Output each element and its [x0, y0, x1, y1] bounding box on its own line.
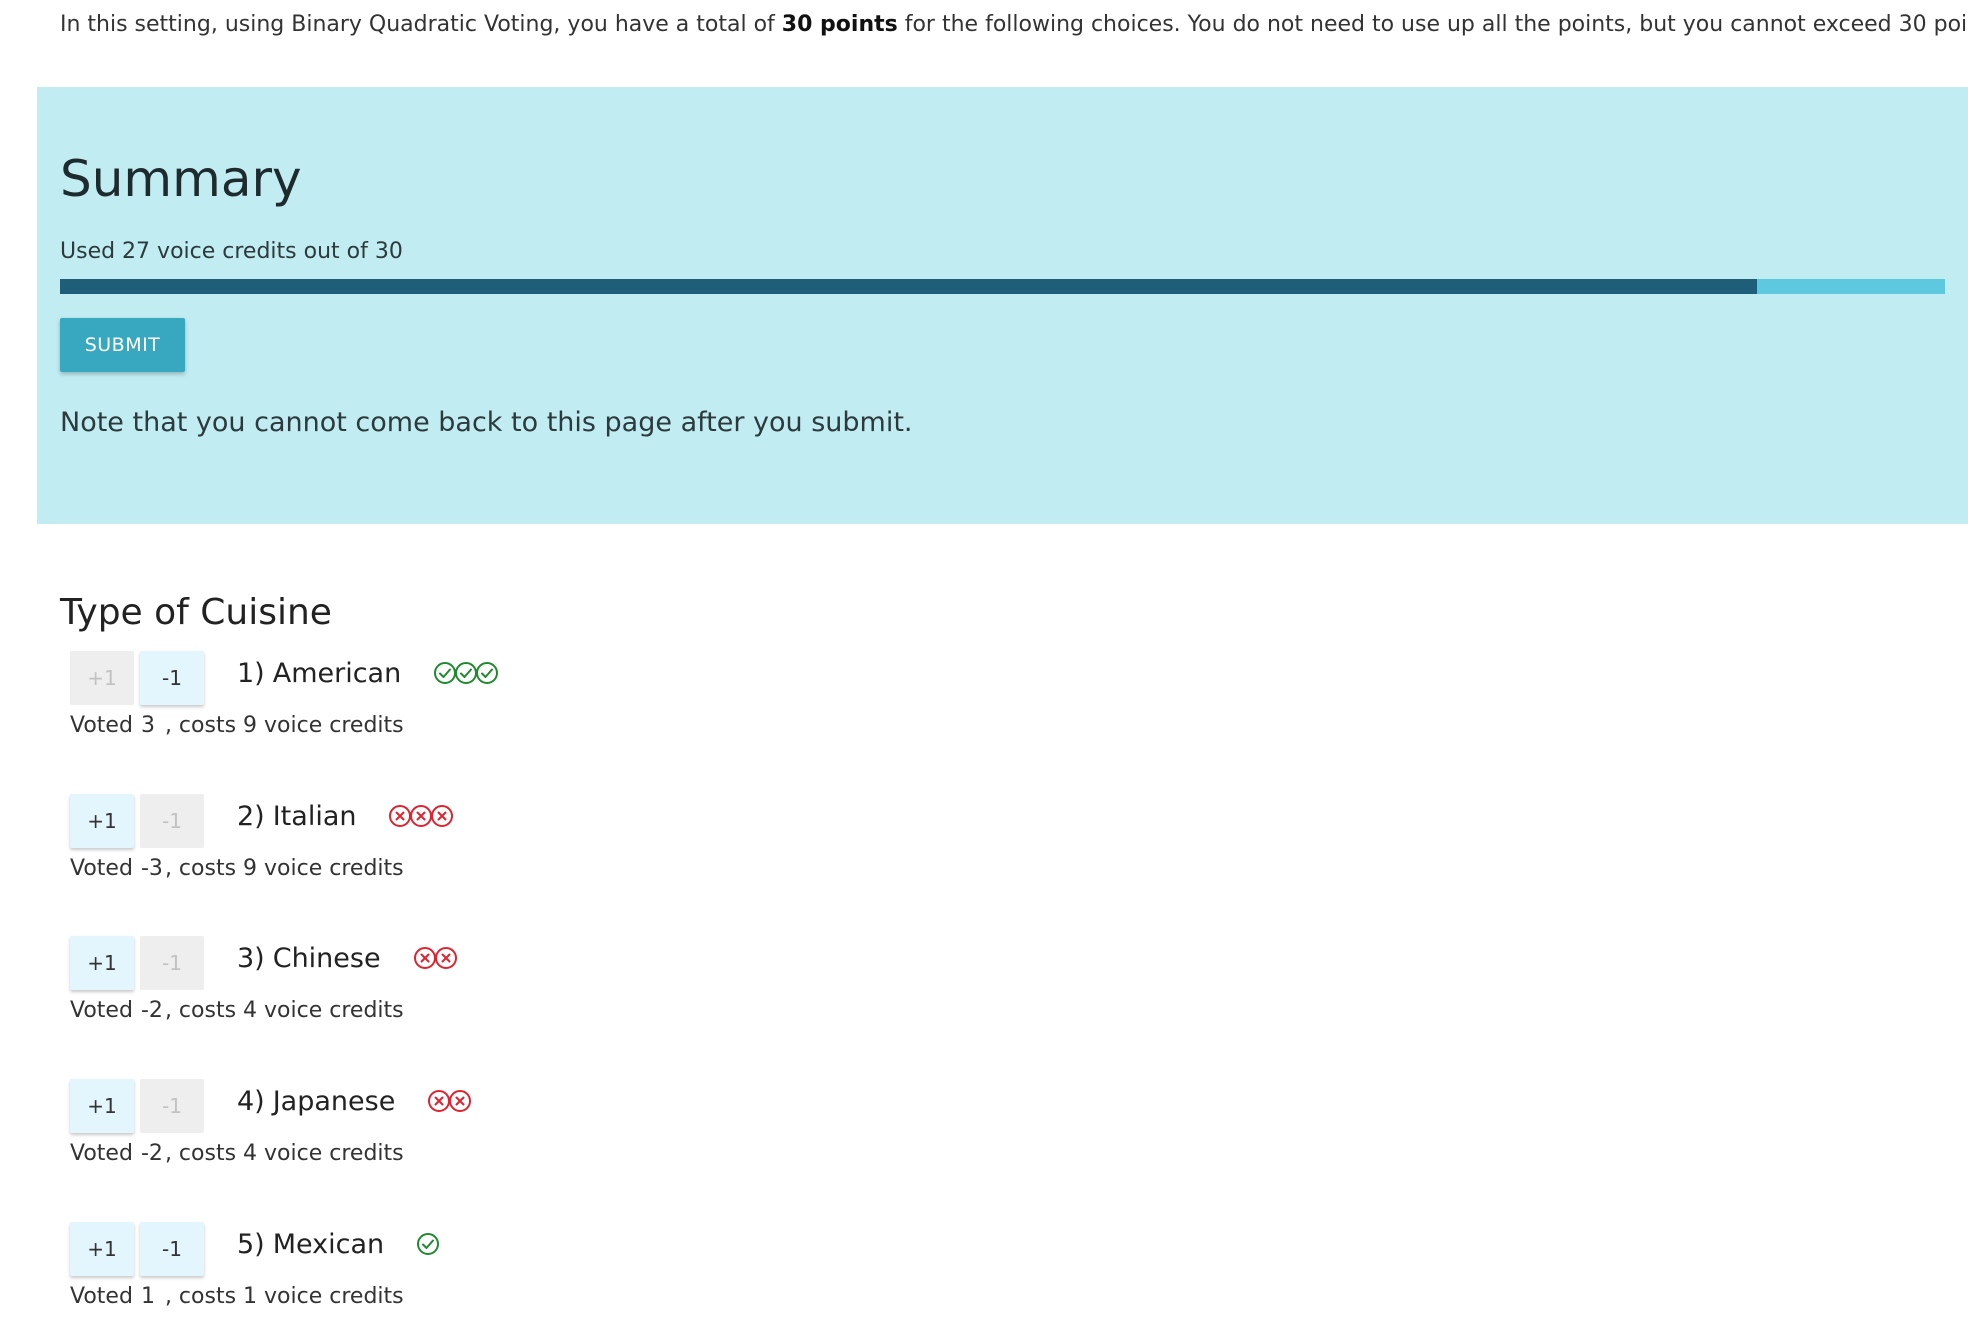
- check-circle-icon: [476, 662, 499, 684]
- item-name: Japanese: [272, 1086, 396, 1117]
- plus-one-button[interactable]: +1: [70, 936, 134, 990]
- list-item: +1 -1 5) Mexican Voted 1, costs 1 voice cr…: [70, 1222, 770, 1331]
- item-number: 3): [237, 943, 265, 974]
- vote-icons: [416, 1226, 440, 1262]
- list-item: +1 -1 3) Chinese Voted -2, costs 4 voice c…: [70, 936, 770, 1046]
- plus-one-button[interactable]: +1: [70, 794, 134, 848]
- list-item: +1 -1 1) American Voted 3 , costs 9 voice c…: [70, 651, 770, 761]
- voted-summary: Voted -3, costs 9 voice credits: [70, 854, 404, 884]
- voted-label: Voted: [70, 713, 133, 738]
- costs-label: , costs: [164, 1284, 237, 1309]
- item-number: 2): [237, 801, 265, 832]
- x-circle-icon: [449, 1090, 472, 1112]
- summary-title: Summary: [60, 150, 302, 208]
- credits-progress-bar: [60, 279, 1945, 294]
- credits-label: voice credits: [264, 998, 404, 1023]
- credits-label: voice credits: [264, 1141, 404, 1166]
- credits-progress-fill: [60, 279, 1757, 294]
- vote-icons: [427, 1083, 472, 1119]
- voted-summary: Voted 3 , costs 9 voice credits: [70, 711, 404, 741]
- item-number: 4): [237, 1086, 265, 1117]
- submit-button[interactable]: SUBMIT: [60, 318, 185, 372]
- voted-value: 1: [140, 1284, 155, 1309]
- intro-points: 30 points: [781, 12, 898, 37]
- plus-one-button[interactable]: +1: [70, 1079, 134, 1133]
- intro-text: In this setting, using Binary Quadratic …: [60, 10, 1968, 40]
- list-item: +1 -1 4) Japanese Voted -2, costs 4 voice …: [70, 1079, 770, 1189]
- item-name: American: [272, 658, 402, 689]
- minus-one-button[interactable]: -1: [140, 936, 204, 990]
- vote-icons: [413, 940, 457, 976]
- voted-label: Voted: [70, 1141, 133, 1166]
- credits-label: voice credits: [264, 1284, 404, 1309]
- voted-value: -3: [140, 856, 163, 881]
- voted-value: 3: [140, 713, 155, 738]
- credits-label: voice credits: [264, 713, 404, 738]
- plus-one-button[interactable]: +1: [70, 1222, 134, 1276]
- list-item: +1 -1 2) Italian Voted -3, costs 9 voice c…: [70, 794, 770, 904]
- minus-one-button[interactable]: -1: [140, 1079, 204, 1133]
- item-label: 2) Italian: [237, 798, 454, 836]
- costs-label: , costs: [164, 1141, 237, 1166]
- voted-value: -2: [140, 998, 163, 1023]
- cost-value: 4: [243, 1141, 258, 1166]
- cost-value: 9: [243, 713, 258, 738]
- item-number: 5): [237, 1229, 265, 1260]
- voted-summary: Voted -2, costs 4 voice credits: [70, 996, 404, 1026]
- credits-used-text: Used 27 voice credits out of 30: [60, 239, 403, 264]
- item-label: 5) Mexican: [237, 1226, 440, 1264]
- x-circle-icon: [434, 947, 457, 969]
- intro-prefix: In this setting, using Binary Quadratic …: [60, 12, 782, 37]
- check-circle-icon: [417, 1233, 440, 1255]
- item-label: 3) Chinese: [237, 940, 457, 978]
- voted-label: Voted: [70, 856, 133, 881]
- x-circle-icon: [431, 805, 454, 827]
- voted-summary: Voted -2, costs 4 voice credits: [70, 1139, 404, 1169]
- vote-icons: [433, 655, 499, 691]
- summary-panel: Summary Used 27 voice credits out of 30 …: [37, 87, 1968, 524]
- intro-suffix: for the following choices. You do not ne…: [897, 12, 1968, 37]
- voted-label: Voted: [70, 998, 133, 1023]
- voted-summary: Voted 1, costs 1 voice credits: [70, 1282, 404, 1312]
- item-label: 1) American: [237, 655, 499, 693]
- item-name: Mexican: [272, 1229, 385, 1260]
- item-name: Chinese: [272, 943, 381, 974]
- item-label: 4) Japanese: [237, 1083, 472, 1121]
- item-name: Italian: [272, 801, 357, 832]
- minus-one-button[interactable]: -1: [140, 794, 204, 848]
- costs-label: , costs: [164, 856, 237, 881]
- cost-value: 9: [243, 856, 258, 881]
- plus-one-button[interactable]: +1: [70, 651, 134, 705]
- section-title: Type of Cuisine: [60, 592, 332, 633]
- minus-one-button[interactable]: -1: [140, 1222, 204, 1276]
- submit-note: Note that you cannot come back to this p…: [60, 407, 913, 438]
- voted-value: -2: [140, 1141, 163, 1166]
- costs-label: , costs: [164, 713, 237, 738]
- item-number: 1): [237, 658, 265, 689]
- vote-icons: [388, 798, 454, 834]
- voted-label: Voted: [70, 1284, 133, 1309]
- costs-label: , costs: [164, 998, 237, 1023]
- voting-page: In this setting, using Binary Quadratic …: [0, 0, 1968, 1331]
- cost-value: 4: [243, 998, 258, 1023]
- minus-one-button[interactable]: -1: [140, 651, 204, 705]
- credits-label: voice credits: [264, 856, 404, 881]
- cost-value: 1: [243, 1284, 258, 1309]
